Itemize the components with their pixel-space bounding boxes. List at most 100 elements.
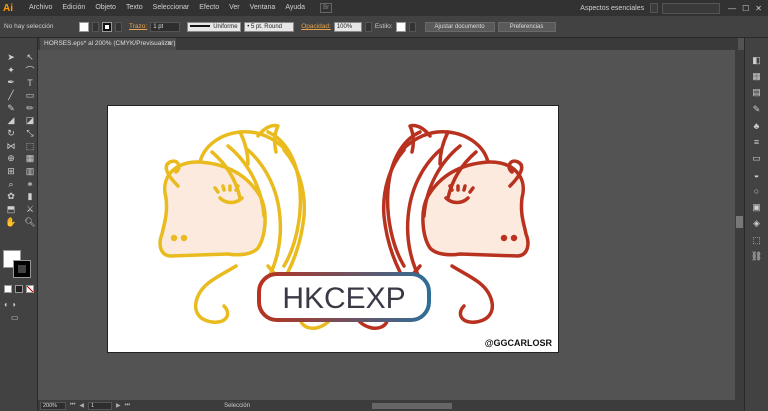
tool-grid: ➤ ↖ ✦ ⌒ ✒ T ╱ ▭ ✎ ✏ ◢ ◪ ↻ ⤡ ⋈ ⬚ ⊕ ▦ ⊞ ▥ …: [4, 51, 37, 229]
mesh-tool-icon[interactable]: ⊞: [4, 165, 18, 178]
first-artboard-icon[interactable]: ⏮: [70, 402, 75, 409]
fill-dropdown[interactable]: [92, 21, 99, 32]
appearance-icon[interactable]: ○: [751, 185, 763, 197]
tools-panel: ➤ ↖ ✦ ⌒ ✒ T ╱ ▭ ✎ ✏ ◢ ◪ ↻ ⤡ ⋈ ⬚ ⊕ ▦ ⊞ ▥ …: [0, 38, 38, 411]
pen-tool-icon[interactable]: ✒: [4, 76, 18, 89]
menu-ver[interactable]: Ver: [224, 0, 245, 16]
color-mode-button[interactable]: [4, 285, 12, 293]
symbol-sprayer-tool-icon[interactable]: ✿: [4, 191, 18, 204]
paintbrush-tool-icon[interactable]: ✎: [4, 102, 18, 115]
scale-tool-icon[interactable]: ⤡: [23, 127, 37, 140]
artboard[interactable]: HKCEXP @GGCARLOSR: [107, 105, 559, 353]
workspace-switcher[interactable]: Aspectos esenciales: [580, 5, 644, 12]
graphic-styles-icon[interactable]: ▣: [751, 202, 763, 214]
next-artboard-icon[interactable]: ▶: [116, 402, 121, 409]
stroke-panel-icon[interactable]: ≡: [751, 136, 763, 148]
blend-tool-icon[interactable]: ⚭: [23, 178, 37, 191]
close-icon[interactable]: ✕: [167, 38, 172, 50]
menu-objeto[interactable]: Objeto: [90, 0, 121, 16]
preferences-button[interactable]: Preferencias: [497, 21, 556, 32]
opacity-dropdown[interactable]: [364, 21, 372, 32]
links-icon[interactable]: ⛓: [751, 251, 763, 263]
stroke-swatch[interactable]: [102, 21, 112, 32]
brushes-icon[interactable]: ✎: [751, 103, 763, 115]
menu-ventana[interactable]: Ventana: [245, 0, 281, 16]
workspace-dropdown[interactable]: [650, 3, 659, 13]
symbols-icon[interactable]: ♣: [751, 120, 763, 132]
artboard-tool-icon[interactable]: ⬒: [4, 203, 18, 216]
last-artboard-icon[interactable]: ⏭: [125, 402, 130, 409]
document-setup-button[interactable]: Ajustar documento: [424, 21, 495, 32]
pencil-tool-icon[interactable]: ✏: [23, 102, 37, 115]
swatches-icon[interactable]: ▤: [751, 87, 763, 99]
none-mode-button[interactable]: [26, 285, 34, 293]
width-tool-icon[interactable]: ⋈: [4, 140, 18, 153]
style-swatch[interactable]: [395, 21, 406, 32]
canvas[interactable]: HKCEXP @GGCARLOSR: [38, 50, 735, 400]
column-graph-tool-icon[interactable]: ▮: [23, 191, 37, 204]
blob-brush-tool-icon[interactable]: ◢: [4, 114, 18, 127]
lasso-tool-icon[interactable]: ⌒: [23, 64, 37, 77]
layers-icon[interactable]: ◈: [751, 218, 763, 230]
artboard-number-field[interactable]: 1: [88, 401, 113, 410]
logo-badge: HKCEXP: [257, 272, 431, 322]
minimize-button[interactable]: —: [728, 4, 736, 13]
magic-wand-tool-icon[interactable]: ✦: [4, 64, 18, 77]
stroke-label[interactable]: Trazo:: [129, 23, 147, 30]
draw-mode-icon[interactable]: ◐ ◑: [4, 300, 28, 310]
color-guide-icon[interactable]: ▦: [751, 70, 763, 82]
menu-texto[interactable]: Texto: [121, 0, 148, 16]
style-dropdown[interactable]: [408, 21, 416, 32]
gradient-panel-icon[interactable]: ▭: [751, 152, 763, 164]
gradient-mode-button[interactable]: [15, 285, 23, 293]
slice-tool-icon[interactable]: ⚔: [23, 203, 37, 216]
selection-tool-icon[interactable]: ➤: [4, 51, 18, 64]
stroke-dropdown[interactable]: [115, 21, 122, 32]
status-text[interactable]: Selección: [224, 403, 250, 409]
menu-archivo[interactable]: Archivo: [24, 0, 57, 16]
hand-tool-icon[interactable]: ✋: [4, 216, 18, 229]
prev-artboard-icon[interactable]: ◀: [79, 402, 84, 409]
menu-seleccionar[interactable]: Seleccionar: [148, 0, 195, 16]
app-logo: Ai: [3, 2, 13, 14]
menu-efecto[interactable]: Efecto: [194, 0, 224, 16]
stroke-weight-field[interactable]: 1 pt: [150, 21, 181, 32]
stroke-color-well[interactable]: [13, 260, 31, 278]
shape-builder-tool-icon[interactable]: ⊕: [4, 153, 18, 166]
eyedropper-tool-icon[interactable]: ⌕: [4, 178, 18, 191]
opacity-field[interactable]: 100%: [333, 21, 362, 32]
eraser-tool-icon[interactable]: ◪: [23, 114, 37, 127]
search-input[interactable]: [662, 2, 721, 14]
rectangle-tool-icon[interactable]: ▭: [23, 89, 37, 102]
line-tool-icon[interactable]: ╱: [4, 89, 18, 102]
stroke-profile-label: Uniforme: [213, 23, 238, 30]
stroke-profile-select[interactable]: Uniforme: [187, 21, 242, 32]
fill-swatch[interactable]: [79, 21, 89, 32]
type-tool-icon[interactable]: T: [23, 76, 37, 89]
close-button[interactable]: ✕: [755, 4, 762, 13]
zoom-field[interactable]: 200%: [40, 401, 66, 410]
zoom-tool-icon[interactable]: 🔍︎: [23, 216, 37, 229]
brush-select[interactable]: • 5 pt. Round: [244, 21, 295, 32]
bridge-button[interactable]: Br: [320, 3, 333, 13]
horizontal-scrollbar[interactable]: [372, 402, 453, 409]
document-tab[interactable]: HORSES.eps* al 200% (CMYK/Previsualizar)…: [40, 38, 176, 50]
color-panel-icon[interactable]: ◧: [751, 54, 763, 66]
transparency-icon[interactable]: ◒: [751, 169, 763, 181]
vertical-scrollbar[interactable]: [735, 50, 744, 400]
opacity-label[interactable]: Opacidad:: [301, 23, 331, 30]
menu-ayuda[interactable]: Ayuda: [280, 0, 310, 16]
artboards-icon[interactable]: ⬚: [751, 234, 763, 246]
panel-icons: ◧ ▦ ▤ ✎ ♣ ≡ ▭ ◒ ○ ▣ ◈ ⬚ ⛓: [745, 54, 768, 263]
perspective-grid-tool-icon[interactable]: ▦: [23, 153, 37, 166]
document-tab-title: HORSES.eps* al 200% (CMYK/Previsualizar): [44, 40, 176, 47]
screen-mode-icon[interactable]: ▭: [11, 313, 23, 323]
artist-handle: @GGCARLOSR: [485, 338, 553, 348]
menu-edicion[interactable]: Edición: [57, 0, 90, 16]
maximize-button[interactable]: ☐: [742, 4, 749, 13]
scrollbar-thumb[interactable]: [736, 216, 743, 228]
rotate-tool-icon[interactable]: ↻: [4, 127, 18, 140]
gradient-tool-icon[interactable]: ▥: [23, 165, 37, 178]
free-transform-tool-icon[interactable]: ⬚: [23, 140, 37, 153]
direct-selection-tool-icon[interactable]: ↖: [23, 51, 37, 64]
